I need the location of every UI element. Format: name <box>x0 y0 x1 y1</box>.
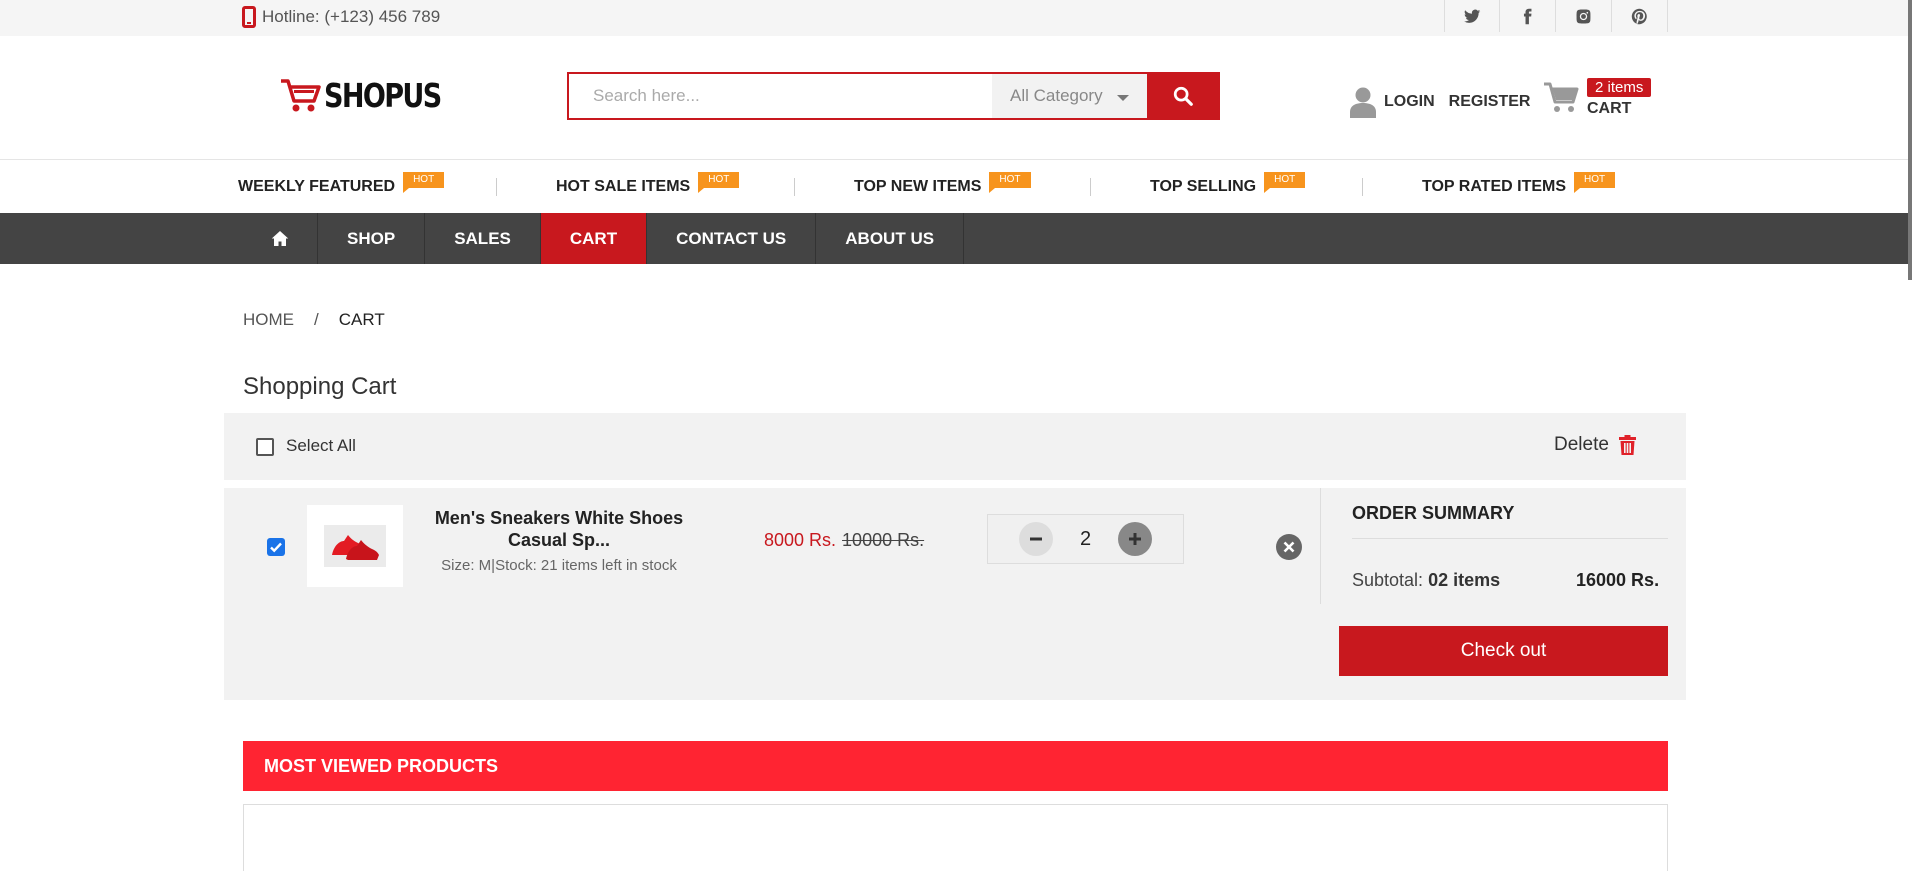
logo-text: SHOPUS <box>324 76 442 115</box>
category-label: All Category <box>1010 86 1103 105</box>
scrollbar[interactable] <box>1908 0 1912 280</box>
close-icon <box>1283 541 1295 553</box>
quantity-stepper: 2 <box>987 514 1184 564</box>
product-thumbnail[interactable] <box>307 505 403 587</box>
breadcrumb-separator: / <box>314 310 319 329</box>
select-all-checkbox[interactable] <box>256 438 274 456</box>
page-title: Shopping Cart <box>243 373 397 400</box>
account-links: LOGIN REGISTER <box>1350 86 1544 118</box>
header-cart[interactable]: 2 items CART <box>1543 78 1652 118</box>
delete-label: Delete <box>1554 434 1609 455</box>
delete-button[interactable]: Delete <box>1554 434 1636 456</box>
breadcrumb-current: CART <box>338 310 385 329</box>
price-current: 8000 Rs. <box>764 530 837 550</box>
main-nav: SHOP SALES CART CONTACT US ABOUT US <box>0 213 1912 264</box>
phone-icon <box>242 6 256 28</box>
divider <box>496 178 497 196</box>
check-icon <box>270 542 282 553</box>
divider <box>794 178 795 196</box>
featured-label: HOT SALE ITEMS <box>556 178 691 195</box>
featured-label: TOP RATED ITEMS <box>1422 178 1567 195</box>
breadcrumb-home[interactable]: HOME <box>243 310 294 330</box>
most-viewed-header: MOST VIEWED PRODUCTS <box>243 741 1668 791</box>
featured-top-rated[interactable]: TOP RATED ITEMS HOT <box>1422 172 1616 196</box>
hot-badge: HOT <box>1264 172 1306 193</box>
divider <box>1090 178 1091 196</box>
featured-label: TOP NEW ITEMS <box>854 178 982 195</box>
hot-badge: HOT <box>989 172 1031 193</box>
featured-top-new[interactable]: TOP NEW ITEMS HOT <box>854 172 1031 196</box>
order-summary-title: ORDER SUMMARY <box>1352 503 1515 523</box>
decrease-button[interactable] <box>1019 522 1053 556</box>
logo[interactable]: SHOPUS <box>280 76 466 115</box>
subtotal-value: 16000 Rs. <box>1576 570 1660 590</box>
featured-weekly[interactable]: WEEKLY FEATURED HOT <box>238 172 445 196</box>
select-all-bar: Select All Delete <box>224 413 1686 480</box>
minus-icon <box>1030 537 1042 541</box>
divider <box>1352 538 1668 539</box>
product-image <box>324 525 386 567</box>
divider <box>1320 488 1321 604</box>
cart-count-badge: 2 items <box>1587 78 1652 97</box>
nav-cart[interactable]: CART <box>540 213 648 264</box>
user-icon <box>1350 87 1376 118</box>
sneaker-icon <box>332 535 379 560</box>
category-select[interactable]: All Category <box>992 74 1147 118</box>
hot-badge: HOT <box>698 172 740 193</box>
trash-icon <box>1618 435 1636 455</box>
twitter-icon[interactable] <box>1444 0 1500 32</box>
chevron-down-icon <box>1117 95 1129 101</box>
hot-badge: HOT <box>403 172 445 193</box>
login-link[interactable]: LOGIN <box>1384 93 1435 111</box>
pinterest-icon[interactable] <box>1612 0 1668 32</box>
nav-about-us[interactable]: ABOUT US <box>816 213 965 264</box>
nav-contact-us[interactable]: CONTACT US <box>647 213 817 264</box>
featured-hot-sale[interactable]: HOT SALE ITEMS HOT <box>556 172 740 196</box>
remove-item-button[interactable] <box>1276 534 1302 560</box>
hot-badge: HOT <box>1574 172 1616 193</box>
search-button[interactable] <box>1147 74 1218 118</box>
search-input[interactable] <box>569 74 992 118</box>
increase-button[interactable] <box>1118 522 1152 556</box>
quantity-value[interactable]: 2 <box>1080 528 1091 551</box>
product-price: 8000 Rs. 10000 Rs. <box>764 530 924 551</box>
search-icon <box>1173 86 1193 106</box>
price-original: 10000 Rs. <box>842 530 925 550</box>
item-checkbox[interactable] <box>267 538 285 556</box>
most-viewed-panel <box>243 804 1668 871</box>
subtotal-text: Subtotal: <box>1352 570 1424 590</box>
nav-sales[interactable]: SALES <box>425 213 541 264</box>
subtotal-items: 02 items <box>1428 570 1501 590</box>
search-bar: All Category <box>567 72 1220 120</box>
subtotal-label: Subtotal: 02 items <box>1352 570 1500 591</box>
hotline-text: Hotline: (+123) 456 789 <box>262 7 441 26</box>
breadcrumb: HOME / CART <box>243 310 385 330</box>
cart-logo-icon <box>281 78 321 111</box>
instagram-icon[interactable] <box>1556 0 1612 32</box>
featured-label: WEEKLY FEATURED <box>238 178 396 195</box>
product-name[interactable]: Men's Sneakers White Shoes Casual Sp... <box>434 507 684 551</box>
cart-label: CART <box>1587 100 1632 117</box>
featured-label: TOP SELLING <box>1150 178 1257 195</box>
product-meta: Size: M|Stock: 21 items left in stock <box>441 557 677 574</box>
facebook-icon[interactable] <box>1500 0 1556 32</box>
social-links <box>1444 0 1668 36</box>
nav-shop[interactable]: SHOP <box>318 213 426 264</box>
divider <box>1362 178 1363 196</box>
featured-strip: WEEKLY FEATURED HOT HOT SALE ITEMS HOT T… <box>0 161 1912 213</box>
select-all-label[interactable]: Select All <box>286 436 356 456</box>
checkout-button[interactable]: Check out <box>1339 626 1668 676</box>
hotline: Hotline: (+123) 456 789 <box>242 6 440 28</box>
nav-home[interactable] <box>242 213 318 264</box>
featured-top-selling[interactable]: TOP SELLING HOT <box>1150 172 1306 196</box>
cart-items-panel: Men's Sneakers White Shoes Casual Sp... … <box>224 488 1686 700</box>
plus-icon <box>1129 533 1141 545</box>
top-bar: Hotline: (+123) 456 789 <box>0 0 1912 36</box>
cart-icon <box>1544 82 1579 112</box>
site-header: SHOPUS All Category LOGIN REGISTER 2 ite… <box>0 36 1912 160</box>
home-icon <box>271 231 288 246</box>
register-link[interactable]: REGISTER <box>1449 93 1531 111</box>
